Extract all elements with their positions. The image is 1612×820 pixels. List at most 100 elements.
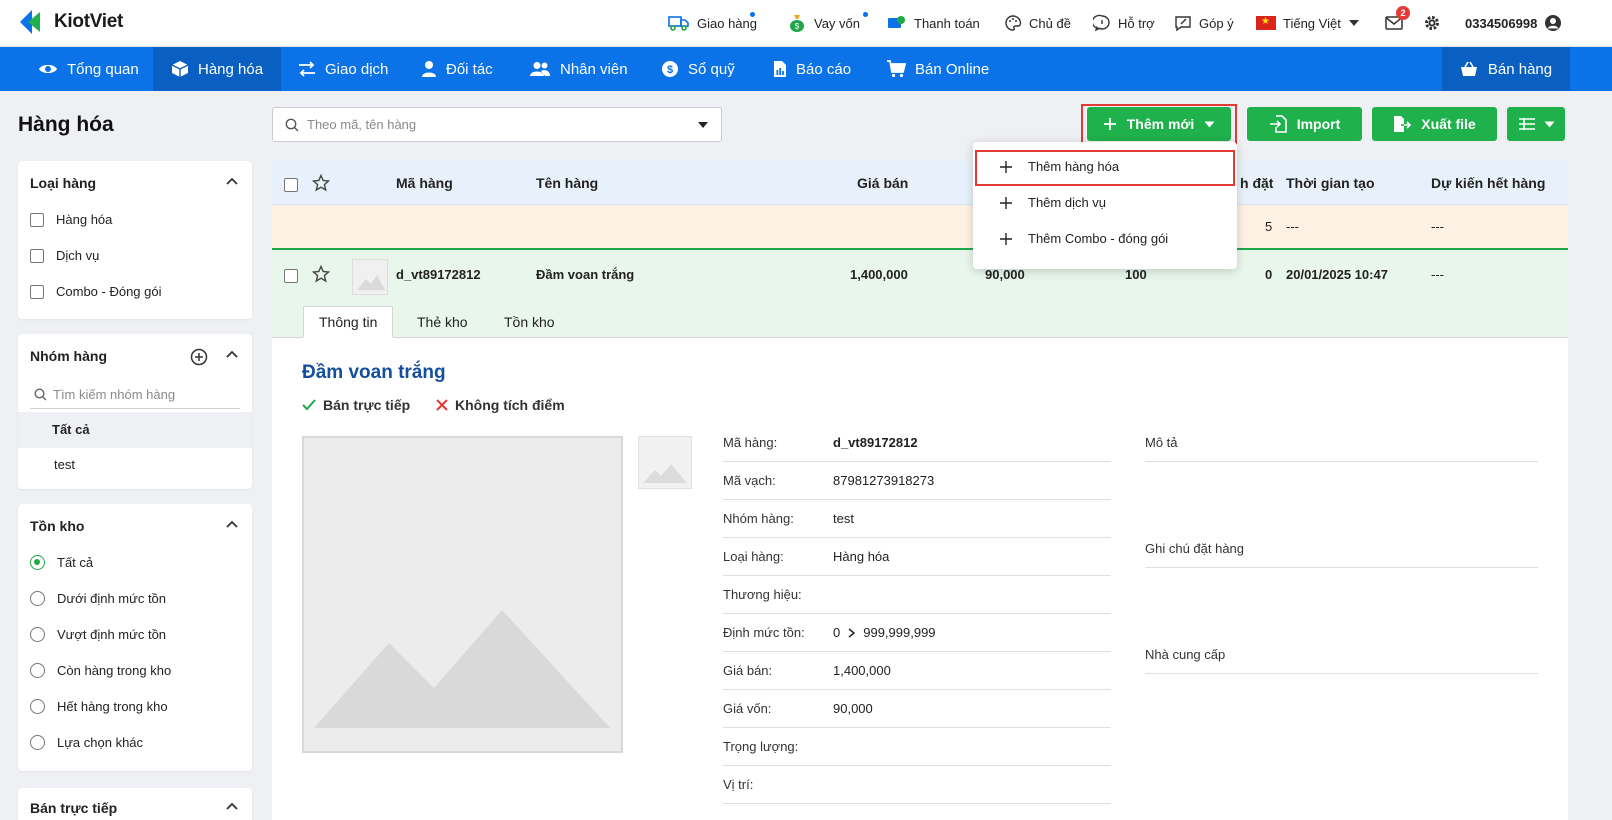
- transfer-icon: [299, 61, 315, 77]
- field-label: Nhà cung cấp: [1145, 647, 1226, 662]
- add-circle-icon[interactable]: [190, 348, 208, 366]
- chevron-up-icon[interactable]: [226, 350, 238, 358]
- menu-item-add-combo[interactable]: Thêm Combo - đóng gói: [1000, 231, 1168, 246]
- product-search[interactable]: [272, 107, 722, 142]
- user-menu[interactable]: 0334506998: [1465, 12, 1562, 34]
- cart-icon: [887, 60, 906, 78]
- nav-item-partners[interactable]: Đối tác: [403, 47, 511, 91]
- header-name[interactable]: Tên hàng: [536, 175, 598, 191]
- top-item-support[interactable]: Hỗ trợ: [1093, 12, 1155, 34]
- nav-item-staff[interactable]: Nhân viên: [511, 47, 646, 91]
- caret-down-icon[interactable]: [697, 121, 709, 129]
- sell-button[interactable]: Bán hàng: [1442, 47, 1570, 91]
- type-option-combo[interactable]: Combo - Đóng gói: [30, 284, 162, 299]
- group-item-test[interactable]: test: [18, 448, 252, 482]
- main-nav: Tổng quan Hàng hóa Giao dịch Đối tác Nhâ…: [0, 47, 1612, 91]
- top-item-loan[interactable]: $ Vay vốn: [787, 12, 868, 34]
- header-created[interactable]: Thời gian tạo: [1286, 175, 1375, 191]
- select-all-checkbox[interactable]: [284, 178, 298, 192]
- menu-item-add-goods[interactable]: Thêm hàng hóa: [1000, 159, 1119, 174]
- language-label: Tiếng Việt: [1283, 15, 1341, 31]
- group-search-placeholder: Tìm kiếm nhóm hàng: [53, 387, 176, 402]
- radio-button[interactable]: [30, 591, 45, 606]
- plus-icon: [1000, 160, 1012, 173]
- group-item-all[interactable]: Tất cả: [18, 412, 252, 448]
- add-new-button[interactable]: Thêm mới: [1087, 107, 1231, 141]
- stock-option-in-stock[interactable]: Còn hàng trong kho: [30, 663, 171, 678]
- tab-stock-card[interactable]: Thẻ kho: [402, 306, 483, 338]
- chevron-up-icon[interactable]: [226, 520, 238, 528]
- nav-item-products[interactable]: Hàng hóa: [153, 47, 282, 91]
- language-selector[interactable]: Tiếng Việt: [1256, 12, 1360, 34]
- settings-button[interactable]: [1423, 12, 1441, 34]
- filter-direct-sale: Bán trực tiếp: [18, 788, 252, 820]
- header-expected-out[interactable]: Dự kiến hết hàng: [1431, 175, 1545, 191]
- checkbox[interactable]: [30, 212, 44, 227]
- header-price[interactable]: Giá bán: [857, 175, 908, 191]
- header-code[interactable]: Mã hàng: [396, 175, 453, 191]
- group-search[interactable]: Tìm kiếm nhóm hàng: [30, 381, 240, 409]
- top-item-label: Hỗ trợ: [1118, 15, 1155, 31]
- radio-button[interactable]: [30, 627, 45, 642]
- radio-button[interactable]: [30, 699, 45, 714]
- top-item-payment[interactable]: Thanh toán: [887, 12, 980, 34]
- checkbox[interactable]: [30, 284, 44, 299]
- row-price: 1,400,000: [850, 267, 908, 282]
- radio-button[interactable]: [30, 735, 45, 750]
- top-item-feedback[interactable]: Góp ý: [1174, 12, 1234, 34]
- radio-button[interactable]: [30, 663, 45, 678]
- stock-option-out-of-stock[interactable]: Hết hàng trong kho: [30, 699, 168, 714]
- mail-button[interactable]: 2: [1385, 6, 1410, 34]
- cross-icon: [436, 399, 448, 411]
- top-item-delivery[interactable]: Giao hàng: [668, 12, 757, 34]
- nav-item-cashbook[interactable]: $ Sổ quỹ: [643, 47, 753, 91]
- field-location: Vị trí:: [723, 765, 1111, 804]
- type-option-service[interactable]: Dịch vụ: [30, 248, 99, 263]
- field-label: Ghi chú đặt hàng: [1145, 541, 1245, 556]
- field-label: Vị trí:: [723, 777, 754, 792]
- table-row[interactable]: d_vt89172812 Đầm voan trắng 1,400,000 90…: [272, 248, 1568, 300]
- caret-down-icon: [1544, 121, 1554, 127]
- import-button[interactable]: Import: [1247, 107, 1362, 141]
- nav-item-transactions[interactable]: Giao dịch: [280, 47, 406, 91]
- stock-option-other[interactable]: Lựa chọn khác: [30, 735, 143, 750]
- filter-product-group: Nhóm hàng Tìm kiếm nhóm hàng Tất cả test: [18, 334, 252, 489]
- star-icon[interactable]: [312, 174, 330, 192]
- chevron-up-icon[interactable]: [226, 802, 238, 810]
- nav-item-online-sales[interactable]: Bán Online: [868, 47, 1007, 91]
- top-bar: KiotViet Giao hàng $ Vay vốn Thanh toán …: [0, 0, 1612, 47]
- checkbox[interactable]: [30, 248, 44, 263]
- chevron-up-icon[interactable]: [226, 177, 238, 185]
- stock-option-above-max[interactable]: Vượt định mức tồn: [30, 627, 166, 642]
- header-ordered[interactable]: h đặt: [1240, 175, 1273, 191]
- tab-info[interactable]: Thông tin: [303, 306, 394, 338]
- stock-option-below-min[interactable]: Dưới định mức tồn: [30, 591, 166, 606]
- type-option-goods[interactable]: Hàng hóa: [30, 212, 112, 227]
- kiotviet-logo[interactable]: KiotViet: [18, 8, 123, 36]
- row-checkbox[interactable]: [284, 269, 298, 283]
- star-icon[interactable]: [312, 265, 330, 283]
- search-icon: [285, 118, 299, 131]
- mail-count-badge: 2: [1396, 6, 1410, 20]
- radio-button[interactable]: [30, 555, 45, 570]
- tab-inventory[interactable]: Tồn kho: [489, 306, 570, 338]
- menu-item-add-service[interactable]: Thêm dịch vụ: [1000, 195, 1106, 210]
- palette-icon: [1005, 15, 1022, 31]
- search-input[interactable]: [307, 117, 687, 132]
- stock-option-all[interactable]: Tất cả: [30, 555, 93, 570]
- top-item-theme[interactable]: Chủ đề: [1004, 12, 1071, 34]
- product-image-thumbnail[interactable]: [638, 436, 692, 489]
- field-value: 1,400,000: [833, 663, 891, 678]
- nav-item-reports[interactable]: Báo cáo: [755, 47, 869, 91]
- row-stock: 100: [1125, 267, 1147, 282]
- flag-no-points: Không tích điểm: [436, 397, 565, 413]
- export-button[interactable]: Xuất file: [1372, 107, 1497, 141]
- summary-expected-out: ---: [1431, 219, 1444, 234]
- nav-item-overview[interactable]: Tổng quan: [20, 47, 157, 91]
- caret-down-icon: [1204, 121, 1215, 127]
- field-stock-limit: Định mức tồn: 0 999,999,999: [723, 613, 1111, 652]
- column-view-button[interactable]: [1507, 107, 1565, 141]
- field-order-note: Ghi chú đặt hàng: [1145, 529, 1538, 568]
- product-main-image[interactable]: [302, 436, 623, 753]
- image-placeholder-icon: [643, 464, 687, 483]
